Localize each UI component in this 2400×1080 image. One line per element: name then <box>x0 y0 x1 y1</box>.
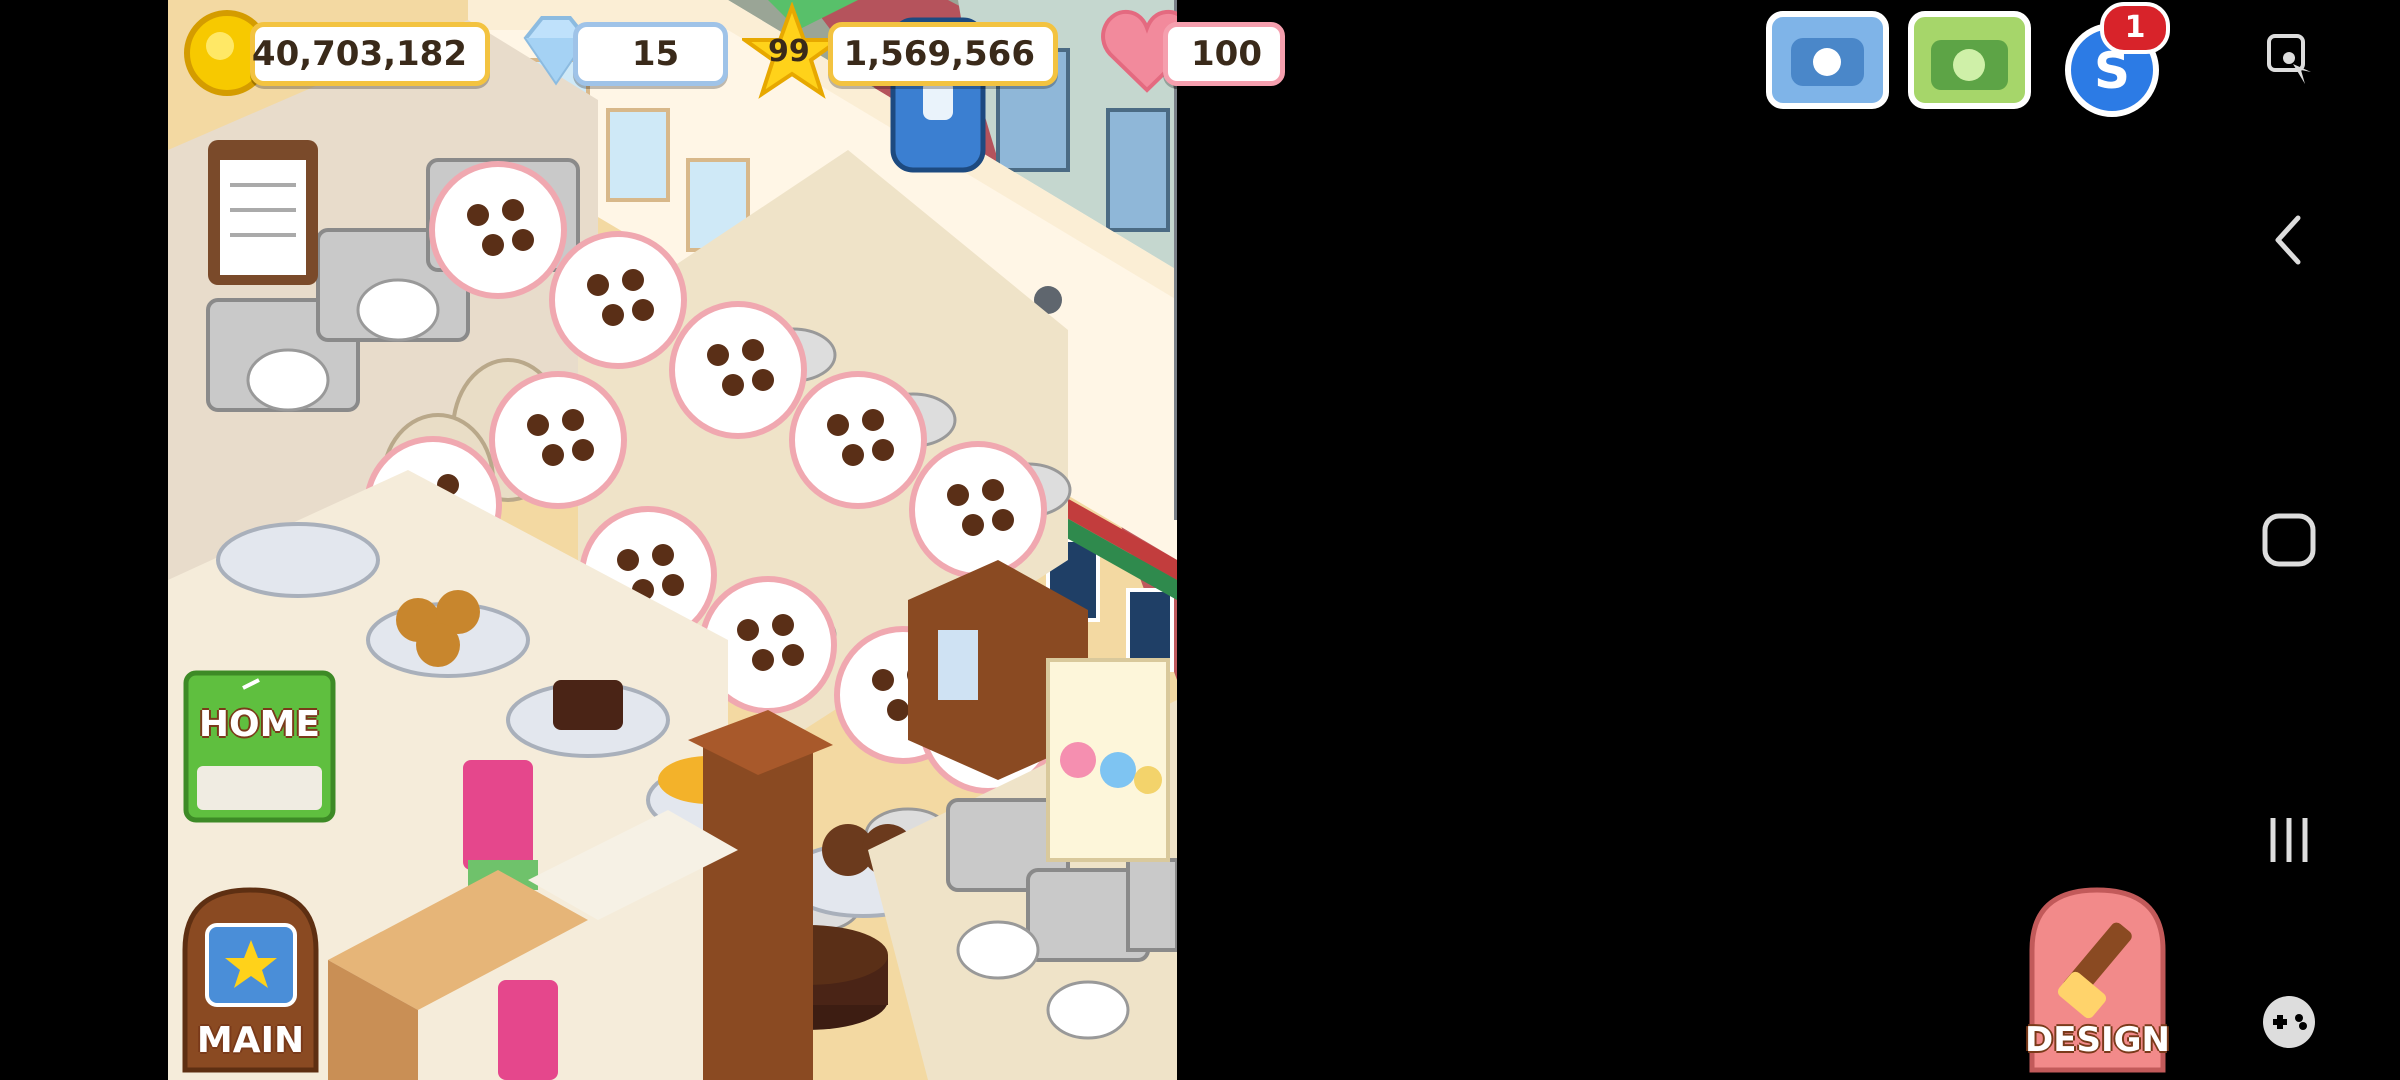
home-button[interactable] <box>183 670 336 823</box>
heart-count: 100 <box>1191 34 1262 74</box>
game-launcher-icon <box>2262 996 2315 1048</box>
chocolate-chip-bubble <box>789 371 927 509</box>
camera-button[interactable] <box>1907 10 2032 114</box>
order-clipboard[interactable] <box>208 140 318 285</box>
player-level: 99 <box>768 34 810 69</box>
game-tools-icon <box>2266 34 2311 84</box>
back-icon <box>2275 215 2300 265</box>
experience-count: 1,569,566 <box>843 34 1035 74</box>
notification-badge: 1 <box>2100 2 2170 54</box>
chocolate-chip-bubble <box>489 371 627 509</box>
recents-button[interactable] <box>2177 810 2400 870</box>
main-menu-label: MAIN <box>196 1020 305 1061</box>
candy-display <box>1046 658 1170 862</box>
game-launcher-button[interactable] <box>2177 990 2400 1054</box>
coin-count: 40,703,182 <box>251 34 467 74</box>
wooden-pillar <box>688 710 833 1080</box>
chocolate-chip-bubble <box>909 441 1047 579</box>
experience-counter[interactable]: 1,569,566 <box>828 22 1058 86</box>
design-label: DESIGN <box>2025 1020 2170 1060</box>
chocolate-chip-bubble <box>429 161 567 299</box>
heart-counter-box[interactable]: 100 <box>1163 22 1285 86</box>
coin-counter[interactable]: 40,703,182 <box>250 22 490 86</box>
gem-count: 15 <box>631 34 680 74</box>
chocolate-chip-bubble <box>549 231 687 369</box>
android-nav-bar <box>2177 0 2400 1080</box>
recents-icon <box>2270 818 2307 862</box>
notification-count: 1 <box>2124 10 2146 45</box>
gem-counter[interactable]: 15 <box>573 22 728 86</box>
phone-button[interactable] <box>1765 10 1890 114</box>
home-icon <box>2262 513 2315 567</box>
chocolate-chip-bubble <box>669 301 807 439</box>
building-window <box>1106 108 1170 232</box>
back-button[interactable] <box>2177 210 2400 270</box>
home-label: HOME <box>198 704 321 745</box>
home-nav-button[interactable] <box>2177 508 2400 572</box>
game-tools-button[interactable] <box>2177 30 2400 90</box>
